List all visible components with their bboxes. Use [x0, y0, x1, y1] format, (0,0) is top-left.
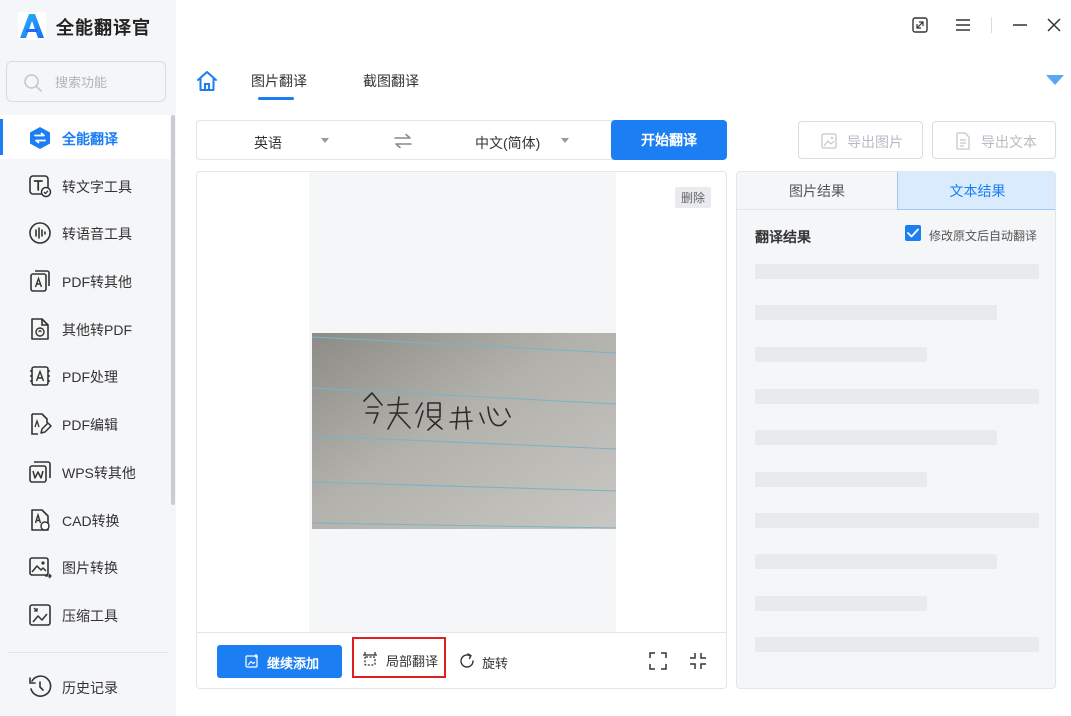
cad-icon: [31, 509, 50, 531]
sidebar-divider: [8, 652, 168, 653]
sidebar-item-label: WPS转其他: [62, 465, 136, 481]
history-icon: [29, 675, 52, 697]
auto-translate-checkbox[interactable]: [905, 225, 921, 241]
loading-placeholder: [755, 347, 927, 362]
target-language-select[interactable]: 中文(简体): [475, 133, 540, 153]
app-logo-icon: [18, 12, 46, 40]
sidebar-item-label: PDF转其他: [62, 274, 132, 290]
active-tab-indicator: [258, 97, 294, 100]
delete-button[interactable]: 删除: [675, 187, 712, 208]
tab-image-translate[interactable]: 图片翻译: [251, 71, 307, 91]
app-title: 全能翻译官: [56, 18, 151, 38]
voice-icon: [29, 222, 51, 244]
sidebar-item-voice-tool[interactable]: 转语音工具: [0, 210, 170, 254]
continue-add-label: 继续添加: [267, 656, 320, 671]
sidebar-item-label: 历史记录: [62, 680, 118, 696]
tab-screenshot-translate[interactable]: 截图翻译: [363, 71, 419, 91]
text-file-icon: [956, 132, 970, 150]
loading-placeholder: [755, 430, 997, 445]
tab-image-result[interactable]: 图片结果: [737, 172, 897, 210]
minimize-icon[interactable]: [1009, 14, 1031, 36]
export-text-button[interactable]: 导出文本: [932, 121, 1056, 159]
loading-placeholder: [755, 305, 997, 320]
sidebar-item-pdf-to-other[interactable]: PDF转其他: [0, 258, 170, 302]
menu-icon[interactable]: [952, 14, 974, 36]
sidebar-item-pdf-process[interactable]: PDF处理: [0, 353, 170, 397]
tab-text-result[interactable]: 文本结果: [897, 172, 1055, 210]
image-panel-toolbar: 继续添加 局部翻译 旋转: [197, 632, 726, 688]
sidebar-item-label: 图片转换: [62, 560, 118, 576]
start-translate-button[interactable]: 开始翻译: [611, 120, 727, 160]
chevron-down-icon[interactable]: [561, 138, 569, 143]
rotate-icon: [460, 653, 474, 668]
loading-placeholder: [755, 389, 1039, 404]
sidebar-item-label: PDF编辑: [62, 417, 118, 433]
close-icon[interactable]: [1043, 14, 1065, 36]
chevron-down-icon[interactable]: [321, 138, 329, 143]
sidebar-item-other-to-pdf[interactable]: 其他转PDF: [0, 306, 170, 350]
auto-translate-label: 修改原文后自动翻译: [929, 229, 1038, 243]
restore-icon[interactable]: [909, 14, 931, 36]
sidebar-item-pdf-edit[interactable]: PDF编辑: [0, 401, 170, 445]
local-translate-label: 局部翻译: [386, 654, 439, 669]
result-panel: 图片结果 文本结果 翻译结果 修改原文后自动翻译: [736, 171, 1056, 689]
loading-placeholder: [755, 472, 927, 487]
search-icon: [24, 74, 42, 92]
add-image-icon: [245, 654, 258, 668]
text-convert-icon: [29, 175, 52, 198]
sidebar: 全能翻译官 全能翻译 转文字工具 转语音工具: [0, 0, 176, 716]
pdf-edit-icon: [31, 413, 52, 435]
fullscreen-icon[interactable]: [649, 652, 667, 670]
continue-add-button[interactable]: 继续添加: [217, 645, 342, 678]
sidebar-item-label: 全能翻译: [62, 131, 118, 147]
checkmark-icon: [907, 228, 919, 238]
sidebar-item-label: 转语音工具: [62, 226, 132, 242]
swap-language-icon[interactable]: [393, 133, 413, 149]
image-convert-icon: [29, 557, 52, 579]
rotate-label: 旋转: [482, 656, 509, 671]
collapse-arrow-icon[interactable]: [1045, 73, 1065, 87]
loading-placeholder: [755, 596, 927, 611]
window-controls-divider: [991, 17, 992, 33]
sidebar-item-compress[interactable]: 压缩工具: [0, 592, 170, 636]
image-preview-panel: 删除 继续添加 局部翻译 旋转: [196, 171, 727, 689]
sidebar-item-text-tool[interactable]: 转文字工具: [0, 163, 170, 207]
sidebar-item-label: 转文字工具: [62, 179, 132, 195]
to-pdf-icon: [31, 318, 49, 340]
sidebar-item-history[interactable]: 历史记录: [0, 664, 170, 708]
home-icon[interactable]: [196, 70, 218, 92]
loading-placeholder: [755, 554, 997, 569]
wps-icon: [29, 461, 51, 483]
sidebar-item-cad-convert[interactable]: CAD转换: [0, 497, 170, 541]
translate-icon: [30, 127, 50, 149]
loading-placeholder: [755, 264, 1039, 279]
export-image-label: 导出图片: [847, 134, 903, 150]
sidebar-scrollbar[interactable]: [171, 115, 175, 505]
loading-placeholder: [755, 637, 1039, 652]
local-translate-button[interactable]: 局部翻译: [352, 637, 446, 678]
search-input[interactable]: [55, 72, 155, 92]
sidebar-item-wps-to-other[interactable]: WPS转其他: [0, 449, 170, 493]
crop-translate-icon: [363, 652, 377, 666]
sidebar-item-label: CAD转换: [62, 513, 120, 529]
sidebar-item-label: 压缩工具: [62, 608, 118, 624]
sidebar-item-label: PDF处理: [62, 369, 118, 385]
source-language-select[interactable]: 英语: [254, 133, 282, 153]
export-image-button[interactable]: 导出图片: [798, 121, 923, 159]
uploaded-photo: [312, 333, 616, 529]
export-text-label: 导出文本: [981, 134, 1037, 150]
exit-fullscreen-icon[interactable]: [689, 652, 707, 670]
sidebar-item-all-translate[interactable]: 全能翻译: [0, 115, 170, 159]
sidebar-item-label: 其他转PDF: [62, 322, 132, 338]
loading-placeholder: [755, 513, 1039, 528]
sidebar-item-image-convert[interactable]: 图片转换: [0, 544, 170, 588]
search-box[interactable]: [6, 61, 166, 102]
compress-icon: [29, 604, 51, 626]
pdf-export-icon: [30, 270, 50, 292]
result-title: 翻译结果: [755, 229, 811, 245]
image-icon: [821, 133, 837, 149]
pdf-process-icon: [30, 366, 50, 386]
